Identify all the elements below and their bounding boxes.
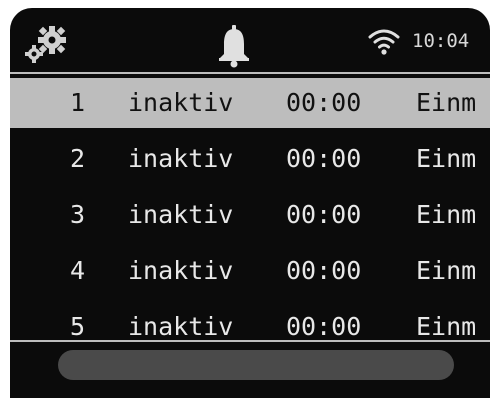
wifi-icon <box>368 29 400 55</box>
alarm-row-2[interactable]: 2 inaktiv 00:00 Einm <box>10 134 490 184</box>
footer-divider <box>10 340 490 342</box>
alarm-number: 2 <box>70 144 86 173</box>
alarm-number: 1 <box>70 88 86 117</box>
clock-display: 10:04 <box>412 30 470 52</box>
display-screen: 10:04 1 inaktiv 00:00 Einm 2 inaktiv 00:… <box>10 8 490 398</box>
alarm-time: 00:00 <box>286 256 362 285</box>
alarm-repeat: Einm <box>416 256 477 285</box>
alarm-number: 3 <box>70 200 86 229</box>
alarm-repeat: Einm <box>416 88 477 117</box>
alarm-list: 1 inaktiv 00:00 Einm 2 inaktiv 00:00 Ein… <box>10 78 490 358</box>
alarm-row-4[interactable]: 4 inaktiv 00:00 Einm <box>10 246 490 296</box>
gears-icon[interactable] <box>22 22 70 66</box>
alarm-state: inaktiv <box>128 88 234 117</box>
alarm-repeat: Einm <box>416 144 477 173</box>
alarm-repeat: Einm <box>416 200 477 229</box>
alarm-state: inaktiv <box>128 200 234 229</box>
alarm-number: 5 <box>70 312 86 341</box>
alarm-row-1[interactable]: 1 inaktiv 00:00 Einm <box>10 78 490 128</box>
alarm-repeat: Einm <box>416 312 477 341</box>
alarm-time: 00:00 <box>286 312 362 341</box>
alarm-state: inaktiv <box>128 144 234 173</box>
status-bar: 10:04 <box>10 8 490 76</box>
footer-bar[interactable] <box>58 350 454 380</box>
alarm-state: inaktiv <box>128 256 234 285</box>
alarm-time: 00:00 <box>286 200 362 229</box>
alarm-row-3[interactable]: 3 inaktiv 00:00 Einm <box>10 190 490 240</box>
alarm-time: 00:00 <box>286 88 362 117</box>
header-divider <box>10 72 490 74</box>
alarm-row-5[interactable]: 5 inaktiv 00:00 Einm <box>10 302 490 352</box>
alarm-state: inaktiv <box>128 312 234 341</box>
bell-icon <box>219 25 249 68</box>
device-frame: 10:04 1 inaktiv 00:00 Einm 2 inaktiv 00:… <box>0 0 502 398</box>
alarm-time: 00:00 <box>286 144 362 173</box>
alarm-number: 4 <box>70 256 86 285</box>
